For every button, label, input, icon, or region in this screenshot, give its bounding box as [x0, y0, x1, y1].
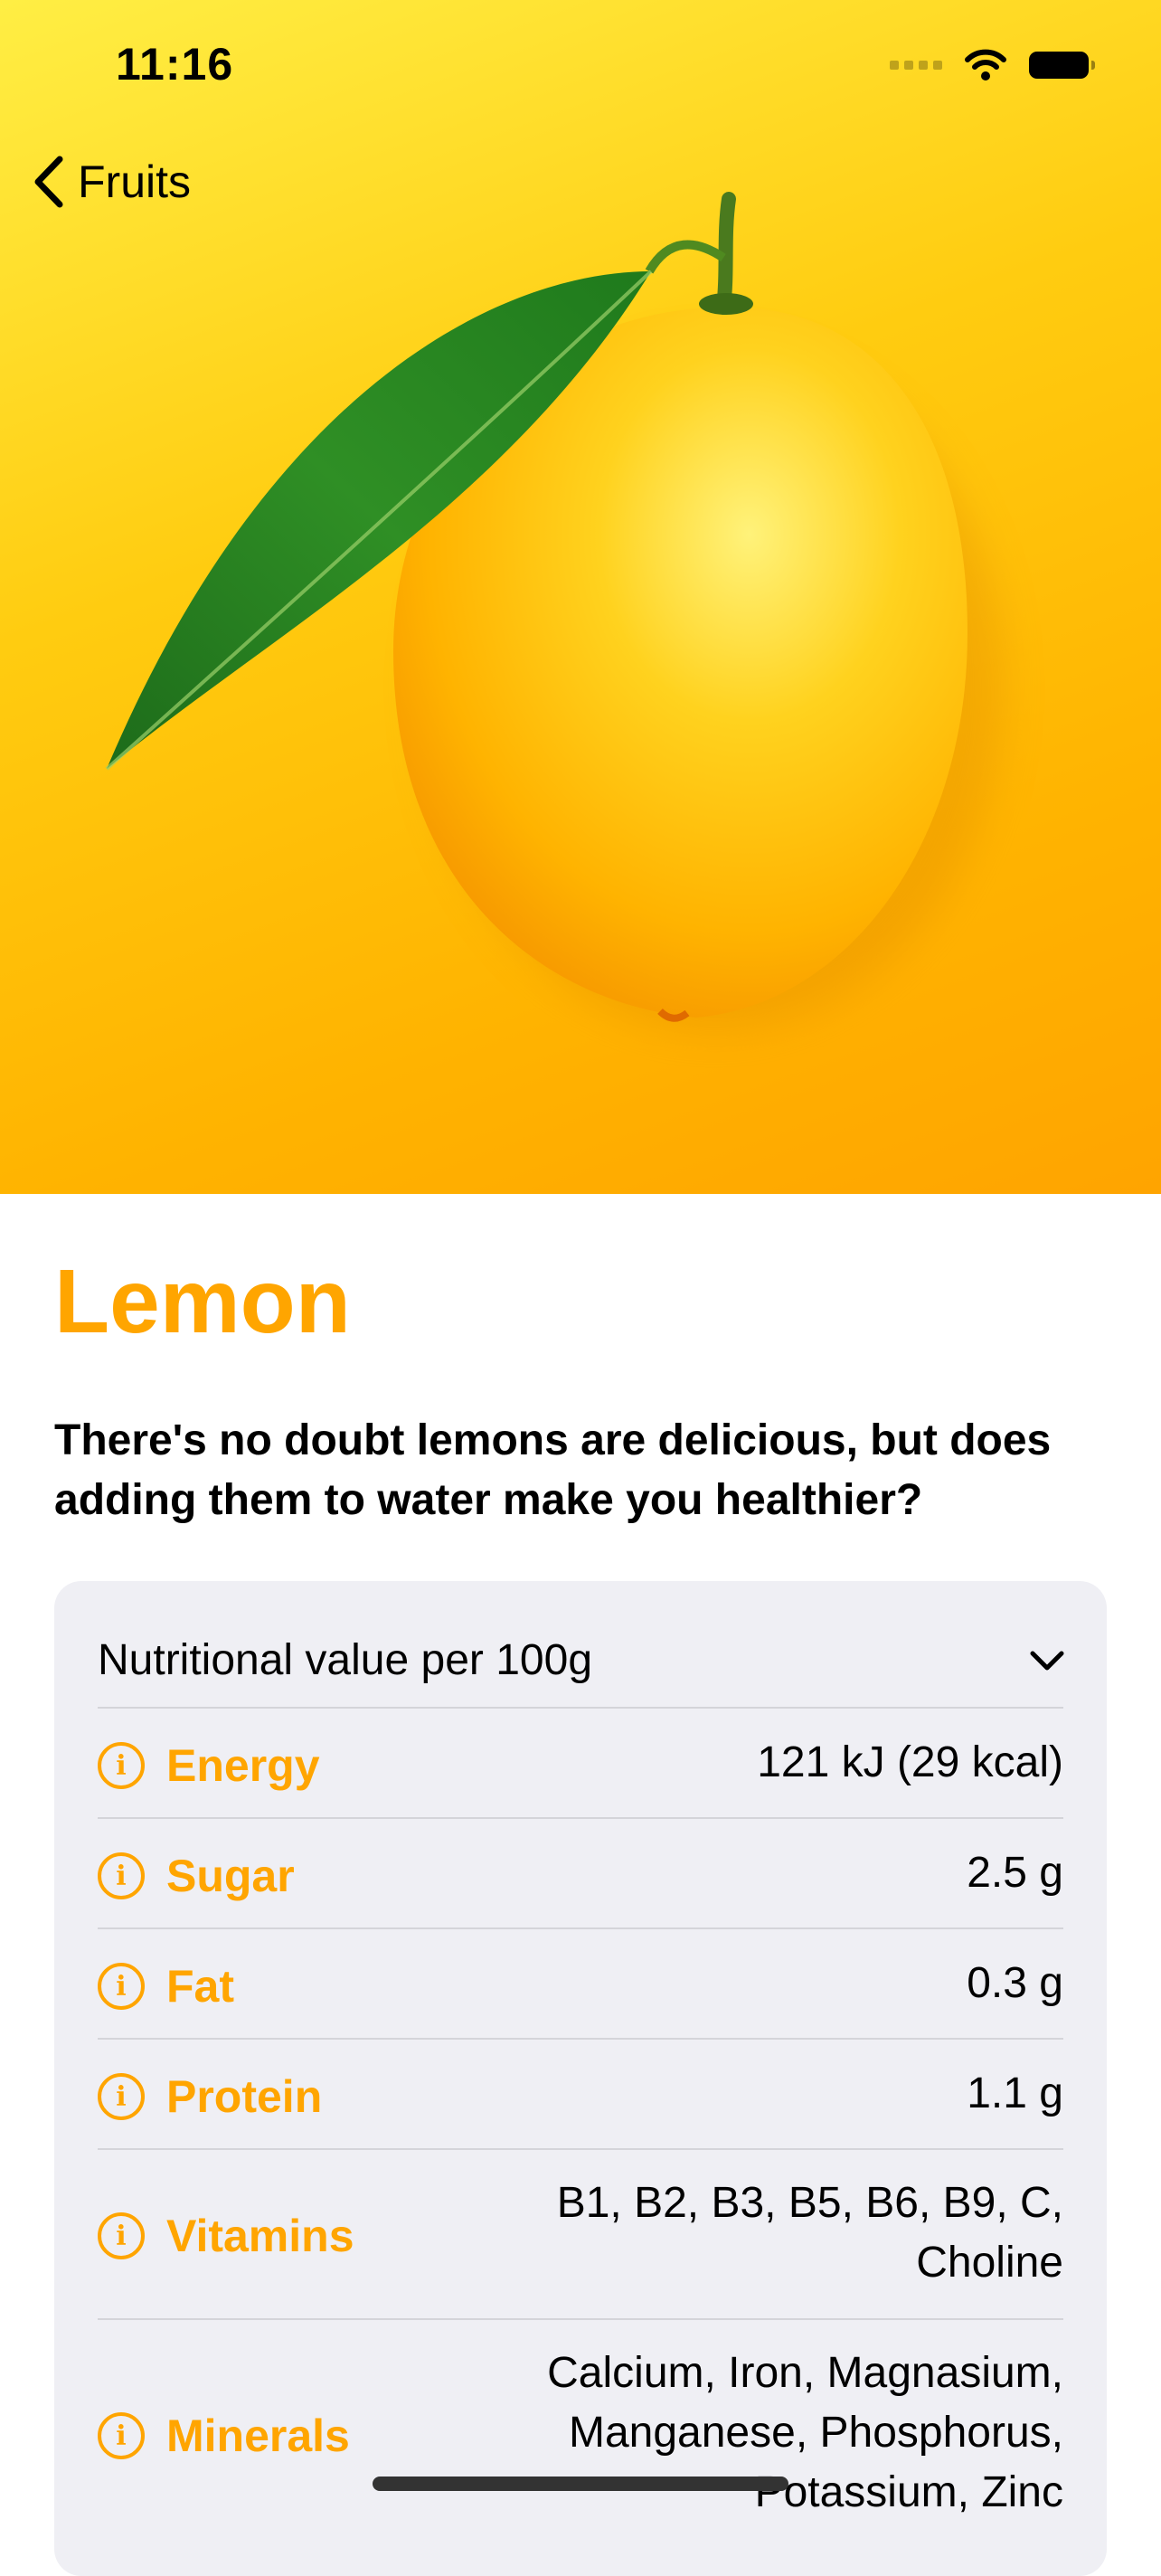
status-time: 11:16: [116, 39, 234, 90]
nutrient-value: Calcium, Iron, Magnasium, Manganese, Pho…: [547, 2344, 1063, 2523]
wifi-icon: [965, 49, 1006, 80]
nutrition-row-protein: i Protein 1.1 g: [98, 2038, 1063, 2148]
info-icon[interactable]: i: [98, 2412, 145, 2459]
hero-image: 11:16 Fruits: [0, 0, 1161, 1194]
fruit-description: There's no doubt lemons are delicious, b…: [54, 1416, 1052, 1524]
nutrient-label: Energy: [166, 1740, 320, 1791]
status-icons: [890, 45, 1095, 85]
nutrition-row-sugar: i Sugar 2.5 g: [98, 1817, 1063, 1927]
nutrient-value-line: B1, B2, B3, B5, B6, B9, C,: [556, 2179, 1063, 2227]
nutrient-value-line: Choline: [916, 2239, 1063, 2287]
chevron-down-icon: [1030, 1651, 1064, 1670]
nutrition-card: Nutritional value per 100g i Energy 121 …: [54, 1581, 1107, 2576]
info-icon[interactable]: i: [98, 1742, 145, 1789]
back-button[interactable]: Fruits: [31, 156, 191, 208]
nutrient-value: B1, B2, B3, B5, B6, B9, C, Choline: [557, 2174, 1063, 2293]
nutrient-label: Vitamins: [166, 2211, 354, 2261]
battery-icon: [1029, 52, 1095, 79]
nutrient-value-line: Calcium, Iron, Magnasium,: [547, 2349, 1063, 2397]
info-icon[interactable]: i: [98, 2212, 145, 2259]
back-label: Fruits: [78, 156, 191, 207]
nutrient-value: 121 kJ (29 kcal): [757, 1738, 1063, 1786]
nutrient-label: Fat: [166, 1961, 234, 2012]
nutrition-header-label: Nutritional value per 100g: [98, 1636, 593, 1684]
nutrition-row-vitamins: i Vitamins B1, B2, B3, B5, B6, B9, C, Ch…: [98, 2148, 1063, 2318]
info-icon[interactable]: i: [98, 1852, 145, 1899]
nutrient-value: 0.3 g: [967, 1959, 1063, 2007]
nutrition-row-energy: i Energy 121 kJ (29 kcal): [98, 1707, 1063, 1817]
nutrient-value: 2.5 g: [967, 1849, 1063, 1897]
nutrition-disclosure-header[interactable]: Nutritional value per 100g: [98, 1635, 1065, 1685]
nutrient-value: 1.1 g: [967, 2069, 1063, 2117]
nutrient-value-line: Potassium, Zinc: [754, 2468, 1063, 2516]
nutrition-row-fat: i Fat 0.3 g: [98, 1927, 1063, 2038]
page-title: Lemon: [54, 1251, 351, 1352]
nutrition-row-minerals: i Minerals Calcium, Iron, Magnasium, Man…: [98, 2318, 1063, 2555]
nutrient-value-line: Manganese, Phosphorus,: [568, 2409, 1063, 2457]
nutrient-label: Minerals: [166, 2410, 350, 2461]
nutrient-label: Protein: [166, 2071, 323, 2122]
nutrient-label: Sugar: [166, 1851, 295, 1901]
cellular-signal-icon: [890, 61, 942, 70]
chevron-left-icon: [34, 156, 63, 208]
info-icon[interactable]: i: [98, 1963, 145, 2010]
home-indicator[interactable]: [373, 2477, 788, 2491]
info-icon[interactable]: i: [98, 2073, 145, 2120]
